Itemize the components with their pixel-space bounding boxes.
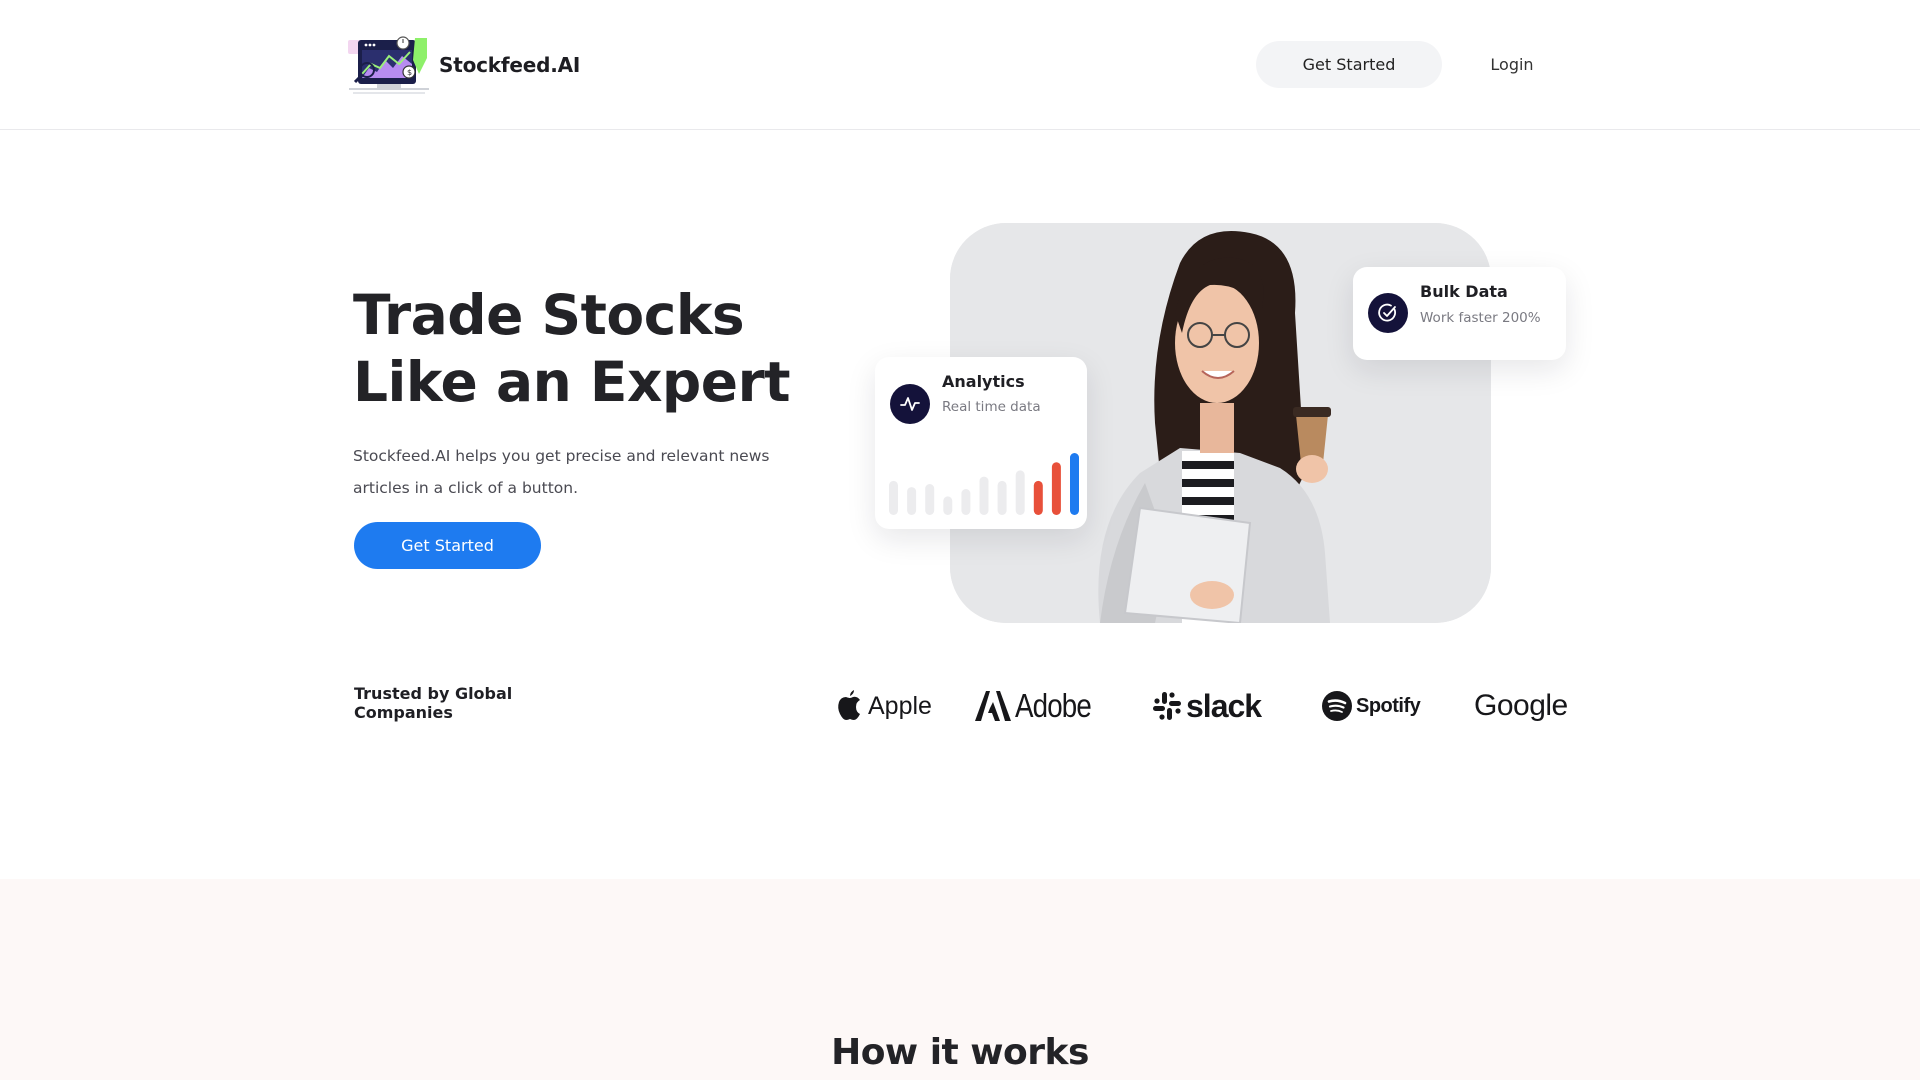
company-name-google: Google (1474, 689, 1568, 722)
mini-chart-bar (925, 484, 935, 515)
mini-chart-bar (1033, 480, 1043, 515)
apple-logo: Apple (836, 686, 932, 726)
hero-title: Trade Stocks Like an Expert (353, 282, 873, 416)
activity-pulse-icon (890, 384, 930, 424)
mini-chart-bar (997, 480, 1007, 515)
site-header: $ Stockfeed.AI Get Started Login (0, 0, 1920, 130)
analytics-mini-bar-chart (889, 453, 1079, 515)
mini-chart-bar (979, 476, 989, 515)
nav-get-started-button[interactable]: Get Started (1256, 41, 1442, 88)
company-name-slack: slack (1186, 687, 1262, 724)
adobe-icon (975, 691, 1011, 721)
stockfeed-logo-icon: $ (348, 36, 429, 94)
analytics-card-subtitle: Real time data (942, 399, 1041, 415)
company-name-spotify: Spotify (1356, 694, 1421, 717)
google-logo: Google (1474, 686, 1568, 726)
mini-chart-bar (1070, 453, 1079, 515)
slack-icon (1153, 692, 1181, 720)
brand-name: Stockfeed.AI (439, 53, 581, 77)
hero-description: Stockfeed.AI helps you get precise and r… (353, 447, 770, 497)
svg-text:$: $ (407, 68, 412, 77)
check-circle-icon (1368, 293, 1408, 333)
hero-title-line-2: Like an Expert (353, 350, 791, 414)
hero-get-started-button[interactable]: Get Started (354, 522, 541, 569)
apple-icon (838, 690, 860, 720)
company-name-adobe: Adobe (1015, 687, 1092, 724)
mini-chart-bar (1015, 470, 1025, 515)
mini-chart-bar (907, 487, 917, 515)
login-button[interactable]: Login (1470, 41, 1554, 88)
analytics-card-title: Analytics (942, 372, 1025, 391)
bulk-data-card: Bulk Data Work faster 200% (1353, 267, 1566, 360)
brand[interactable]: $ Stockfeed.AI (347, 34, 580, 96)
bulk-data-card-subtitle: Work faster 200% (1420, 310, 1541, 326)
bulk-data-card-title: Bulk Data (1420, 282, 1508, 301)
adobe-logo: Adobe (975, 686, 1105, 726)
mini-chart-bar (943, 496, 953, 515)
slack-logo: slack (1152, 686, 1262, 726)
spotify-icon (1322, 691, 1352, 721)
mini-chart-bar (1051, 462, 1061, 515)
mini-chart-bar (889, 480, 898, 515)
mini-chart-bar (961, 489, 971, 515)
hero-title-line-1: Trade Stocks (353, 283, 745, 347)
analytics-card: Analytics Real time data (875, 357, 1087, 529)
trusted-by-label: Trusted by Global Companies (354, 684, 513, 722)
spotify-logo: Spotify (1322, 686, 1421, 726)
how-it-works-title: How it works (831, 1032, 1089, 1073)
how-it-works-section: How it works (0, 879, 1920, 1080)
company-name-apple: Apple (868, 691, 932, 720)
